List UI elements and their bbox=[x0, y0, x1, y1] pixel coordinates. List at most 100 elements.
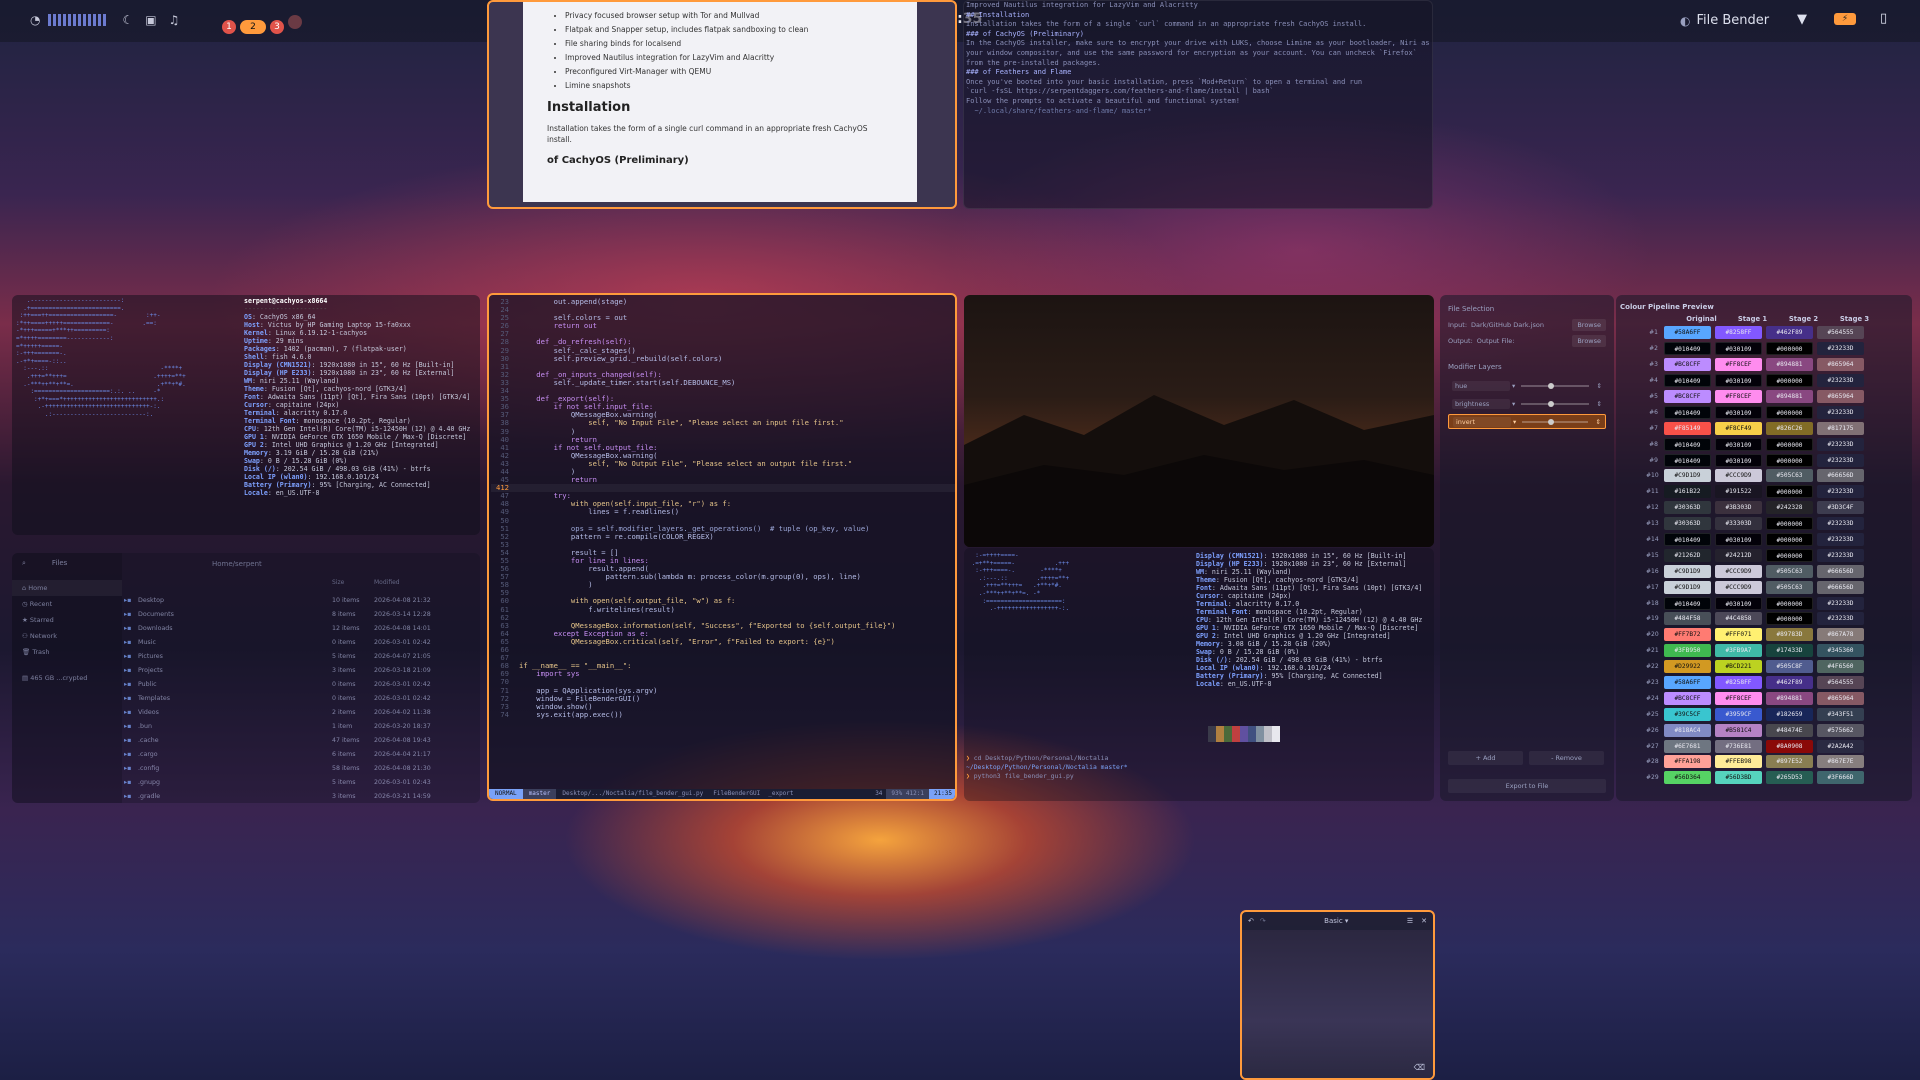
table-row[interactable]: ▸▪ Desktop 10 items 2026-04-08 21:32 bbox=[124, 593, 474, 607]
fastfetch-value: 192.168.0.101/24 bbox=[315, 473, 380, 481]
modifier-layer[interactable]: hue ▾ ⇕ bbox=[1448, 378, 1606, 393]
fastfetch-key: CPU bbox=[244, 425, 256, 433]
backspace-icon[interactable]: ⌫ bbox=[1414, 1063, 1425, 1072]
column-modified[interactable]: Modified bbox=[374, 579, 400, 586]
table-row[interactable]: ▸▪ .bun 1 item 2026-03-20 18:37 bbox=[124, 719, 474, 733]
colour-swatch: #462F89 bbox=[1766, 676, 1813, 690]
preview-row: #10 #C9D1D9 #CCC9D9 #505C63 #66656D bbox=[1646, 468, 1908, 484]
menu-icon[interactable]: ☰ bbox=[1407, 917, 1413, 925]
undo-icon[interactable]: ↶ bbox=[1248, 917, 1254, 925]
fastfetch-key: Display (CMN1521) bbox=[1196, 552, 1264, 560]
table-row[interactable]: ▸▪ .cargo 6 items 2026-04-04 21:17 bbox=[124, 747, 474, 761]
calculator-mode-dropdown[interactable]: Basic ▾ bbox=[1324, 917, 1348, 925]
table-row[interactable]: ▸▪ Public 0 items 2026-03-01 02:42 bbox=[124, 677, 474, 691]
code-buffer[interactable]: 23 out.append(stage) 24 25 self.colors = o… bbox=[489, 295, 955, 719]
fastfetch-key: OS bbox=[244, 313, 252, 321]
table-row[interactable]: ▸▪ Documents 8 items 2026-03-14 12:28 bbox=[124, 607, 474, 621]
add-layer-button[interactable]: + Add bbox=[1448, 751, 1523, 765]
layer-slider[interactable] bbox=[1521, 400, 1589, 407]
workspace-empty[interactable] bbox=[288, 15, 302, 29]
path-bar[interactable]: Home/serpent bbox=[212, 560, 262, 568]
wifi-icon[interactable]: ▼ bbox=[1797, 12, 1807, 27]
sidebar-item-starred[interactable]: ★ Starred bbox=[12, 612, 122, 628]
fastfetch-key: Disk (/) bbox=[1196, 656, 1228, 664]
column-size[interactable]: Size bbox=[332, 579, 344, 586]
fastfetch-key: Battery (Primary) bbox=[244, 481, 312, 489]
fastfetch-header: serpent@cachyos-x8664 bbox=[244, 297, 328, 305]
sidebar-item-trash[interactable]: 🗑 Trash bbox=[12, 644, 122, 660]
markdown-buffer[interactable]: Improved Nautilus integration for LazyVi… bbox=[966, 1, 1431, 116]
shell-prompt[interactable]: ❯ cd Desktop/Python/Personal/Noctalia ~/… bbox=[966, 754, 1128, 781]
fastfetch-value: 95% [Charging, AC Connected] bbox=[319, 481, 431, 489]
music-icon[interactable]: ♫ bbox=[169, 13, 180, 27]
layer-select[interactable]: invert bbox=[1453, 416, 1511, 427]
sidebar-item-network[interactable]: ⚇ Network bbox=[12, 628, 122, 644]
drag-handle-icon[interactable]: ⇕ bbox=[1597, 400, 1602, 408]
code-editor-window: 23 out.append(stage) 24 25 self.colors = o… bbox=[487, 293, 957, 801]
network-icon: ⚇ bbox=[22, 632, 30, 640]
fastfetch-row: GPU 2: Intel UHD Graphics @ 1.20 GHz [In… bbox=[1196, 632, 1391, 640]
workspace-3[interactable]: 3 bbox=[270, 20, 284, 34]
input-browse-button[interactable]: Browse bbox=[1572, 319, 1606, 331]
table-row[interactable]: ▸▪ .gradle 3 items 2026-03-21 14:59 bbox=[124, 789, 474, 803]
code-line: 61 f.writelines(result) bbox=[491, 605, 955, 614]
fastfetch-row: Battery (Primary): 95% [Charging, AC Con… bbox=[244, 481, 431, 489]
remove-layer-button[interactable]: - Remove bbox=[1529, 751, 1604, 765]
colour-swatch: #2A2A42 bbox=[1817, 739, 1864, 753]
layer-slider[interactable] bbox=[1521, 382, 1589, 389]
table-row[interactable]: ▸▪ Projects 3 items 2026-03-18 21:09 bbox=[124, 663, 474, 677]
drag-handle-icon[interactable]: ⇕ bbox=[1596, 418, 1601, 426]
table-row[interactable]: ▸▪ Music 0 items 2026-03-01 02:42 bbox=[124, 635, 474, 649]
layer-select[interactable]: brightness bbox=[1452, 398, 1510, 409]
modifier-layer[interactable]: invert ▾ ⇕ bbox=[1448, 414, 1606, 429]
fastfetch-key: GPU 2 bbox=[244, 441, 264, 449]
battery-icon[interactable]: ⚡ bbox=[1834, 13, 1856, 25]
colour-swatch: #865964 bbox=[1817, 691, 1864, 705]
table-row[interactable]: ▸▪ Videos 2 items 2026-04-02 11:38 bbox=[124, 705, 474, 719]
colour-swatch: #F85149 bbox=[1664, 421, 1711, 435]
layer-slider[interactable] bbox=[1522, 418, 1588, 425]
notification-icon[interactable]: ▯ bbox=[1880, 11, 1887, 26]
workspace-2[interactable]: 2 bbox=[240, 20, 266, 34]
preview-column-header: Stage 2 bbox=[1788, 315, 1819, 323]
colour-swatch: #8258FF bbox=[1715, 676, 1762, 690]
command-cd: cd Desktop/Python/Personal/Noctalia bbox=[973, 754, 1109, 762]
input-file-field[interactable]: Dark/GitHub Dark.json bbox=[1471, 321, 1572, 329]
power-icon[interactable]: ◔ bbox=[30, 13, 40, 27]
colour-swatch: #23233D bbox=[1817, 596, 1864, 610]
file-size: 0 items bbox=[332, 694, 356, 702]
colour-swatch: #000000 bbox=[1766, 548, 1813, 562]
fastfetch-key: Display (HP E233) bbox=[1196, 560, 1264, 568]
fastfetch-row: Kernel: Linux 6.19.12-1-cachyos bbox=[244, 329, 368, 337]
fastfetch-row: Display (CMN1521): 1920x1080 in 15", 60 … bbox=[1196, 552, 1407, 560]
table-row[interactable]: ▸▪ Templates 0 items 2026-03-01 02:42 bbox=[124, 691, 474, 705]
table-row[interactable]: ▸▪ .cache 47 items 2026-04-08 19:43 bbox=[124, 733, 474, 747]
drag-handle-icon[interactable]: ⇕ bbox=[1597, 382, 1602, 390]
search-icon[interactable]: ⌕ Files bbox=[12, 553, 122, 574]
colour-swatch: #FF8CEF bbox=[1715, 358, 1762, 372]
colour-swatch: #000000 bbox=[1766, 342, 1813, 356]
workspace-1[interactable]: 1 bbox=[222, 20, 236, 34]
modifier-layer[interactable]: brightness ▾ ⇕ bbox=[1448, 396, 1606, 411]
fastfetch-value: en_US.UTF-8 bbox=[275, 489, 320, 497]
sidebar-item-home[interactable]: ⌂ Home bbox=[12, 580, 122, 596]
night-light-icon[interactable]: ☾ bbox=[122, 13, 133, 27]
row-index: #24 bbox=[1646, 694, 1659, 702]
layer-select[interactable]: hue bbox=[1452, 380, 1510, 391]
table-row[interactable]: ▸▪ .config 58 items 2026-04-08 21:30 bbox=[124, 761, 474, 775]
close-icon[interactable]: ✕ bbox=[1421, 917, 1427, 925]
active-window-indicator: ◐ File Bender bbox=[1680, 13, 1769, 28]
screenshot-icon[interactable]: ▣ bbox=[145, 13, 156, 27]
folder-icon: ▸▪ bbox=[124, 736, 132, 744]
output-browse-button[interactable]: Browse bbox=[1572, 335, 1606, 347]
table-row[interactable]: ▸▪ .gnupg 5 items 2026-03-01 02:43 bbox=[124, 775, 474, 789]
sidebar-item-465-gb-crypted[interactable]: ▤ 465 GB ...crypted bbox=[12, 670, 122, 686]
colour-swatch: #000000 bbox=[1766, 533, 1813, 547]
export-button[interactable]: Export to File bbox=[1448, 779, 1606, 793]
table-row[interactable]: ▸▪ Downloads 12 items 2026-04-08 14:01 bbox=[124, 621, 474, 635]
output-file-field[interactable]: Output File: bbox=[1477, 337, 1573, 345]
redo-icon[interactable]: ↷ bbox=[1260, 917, 1266, 925]
sidebar-item-recent[interactable]: ◷ Recent bbox=[12, 596, 122, 612]
table-row[interactable]: ▸▪ Pictures 5 items 2026-04-07 21:05 bbox=[124, 649, 474, 663]
preview-row: #4 #010409 #030109 #000000 #23233D bbox=[1646, 373, 1908, 389]
